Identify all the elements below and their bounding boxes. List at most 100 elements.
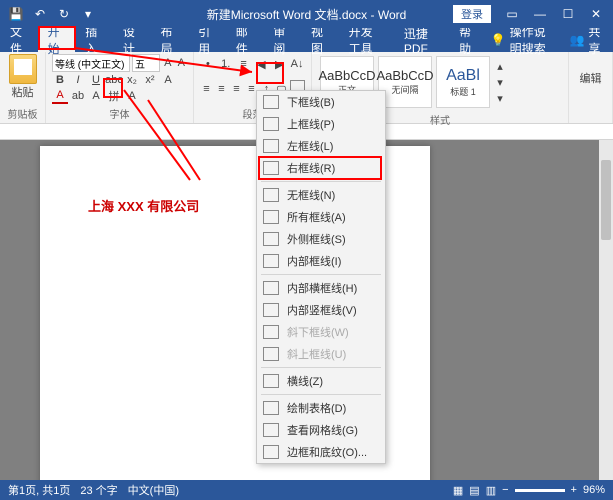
borders-shading-item[interactable]: 边框和底纹(O)... (257, 441, 385, 463)
bold-button[interactable]: B (52, 72, 68, 88)
multilevel-button[interactable]: ≡ (236, 56, 252, 72)
increase-font-icon[interactable]: A (162, 55, 174, 71)
border-all-item[interactable]: 所有框线(A) (257, 206, 385, 228)
border-diag-down-icon (263, 325, 279, 339)
border-inside-h-item[interactable]: 内部横框线(H) (257, 277, 385, 299)
subscript-button[interactable]: x₂ (124, 72, 140, 88)
border-none-item[interactable]: 无框线(N) (257, 184, 385, 206)
maximize-icon[interactable]: ☐ (555, 3, 581, 25)
border-outside-item[interactable]: 外侧框线(S) (257, 228, 385, 250)
zoom-slider[interactable] (515, 489, 565, 492)
view-read-icon[interactable]: ▤ (469, 484, 479, 497)
sort-button[interactable]: A↓ (289, 56, 305, 72)
group-editing: 编辑 (569, 52, 613, 123)
align-right-button[interactable]: ≡ (230, 81, 243, 97)
font-name-select[interactable] (52, 54, 130, 72)
close-icon[interactable]: ✕ (583, 3, 609, 25)
zoom-in-icon[interactable]: + (571, 484, 577, 496)
phonetic-button[interactable]: 拼 (106, 88, 122, 104)
minimize-icon[interactable]: — (527, 3, 553, 25)
paste-button[interactable]: 粘贴 (6, 54, 39, 100)
align-left-button[interactable]: ≡ (200, 81, 213, 97)
font-color-button[interactable]: A (52, 88, 68, 104)
border-right-item[interactable]: 右框线(R) (257, 157, 385, 179)
char-border-button[interactable]: A (124, 88, 140, 104)
border-inside-h-icon (263, 281, 279, 295)
border-top-icon (263, 117, 279, 131)
separator (261, 394, 381, 395)
border-bottom-item[interactable]: 下框线(B) (257, 91, 385, 113)
border-inside-item[interactable]: 内部框线(I) (257, 250, 385, 272)
editing-button[interactable]: 编辑 (575, 54, 606, 86)
style-nospacing[interactable]: AaBbCcD 无间隔 (378, 56, 432, 108)
styles-down-icon[interactable]: ▾ (492, 74, 508, 90)
style-heading1[interactable]: AaBl 标题 1 (436, 56, 490, 108)
view-print-icon[interactable]: ▦ (453, 484, 463, 497)
page-status[interactable]: 第1页, 共1页 (8, 482, 70, 498)
scrollbar-thumb[interactable] (601, 160, 611, 240)
tab-file[interactable]: 文件 (0, 28, 38, 52)
item-label: 斜上框线(U) (287, 346, 346, 362)
ribbon-options-icon[interactable]: ▭ (499, 3, 525, 25)
item-label: 边框和底纹(O)... (287, 444, 367, 460)
border-all-icon (263, 210, 279, 224)
border-inside-v-item[interactable]: 内部竖框线(V) (257, 299, 385, 321)
increase-indent-button[interactable]: ▶ (271, 56, 287, 72)
tab-insert[interactable]: 插入 (75, 28, 113, 52)
tab-references[interactable]: 引用 (188, 28, 226, 52)
styles-up-icon[interactable]: ▴ (492, 58, 508, 74)
window-title: 新建Microsoft Word 文档.docx - Word (207, 6, 407, 23)
font-size-select[interactable] (132, 54, 160, 72)
styles-more-icon[interactable]: ▾ (492, 90, 508, 106)
borders-dropdown: 下框线(B) 上框线(P) 左框线(L) 右框线(R) 无框线(N) 所有框线(… (256, 90, 386, 464)
border-left-item[interactable]: 左框线(L) (257, 135, 385, 157)
vertical-scrollbar[interactable] (599, 140, 613, 480)
tab-help[interactable]: 帮助 (449, 28, 487, 52)
item-label: 外侧框线(S) (287, 231, 346, 247)
login-button[interactable]: 登录 (453, 5, 491, 23)
numbering-button[interactable]: 1. (218, 56, 234, 72)
strike-button[interactable]: abc (106, 72, 122, 88)
text-effects-button[interactable]: A (160, 72, 176, 88)
tab-view[interactable]: 视图 (301, 28, 339, 52)
draw-table-item[interactable]: 绘制表格(D) (257, 397, 385, 419)
title-bar: 💾 ↶ ↻ ▾ 新建Microsoft Word 文档.docx - Word … (0, 0, 613, 28)
qat-more-icon[interactable]: ▾ (78, 4, 98, 24)
separator (261, 181, 381, 182)
underline-button[interactable]: U (88, 72, 104, 88)
horizontal-line-item[interactable]: 横线(Z) (257, 370, 385, 392)
separator (261, 274, 381, 275)
tab-developer[interactable]: 开发工具 (339, 28, 394, 52)
clear-format-button[interactable]: A (88, 88, 104, 104)
save-icon[interactable]: 💾 (6, 4, 26, 24)
decrease-font-icon[interactable]: A (176, 55, 188, 71)
item-label: 下框线(B) (287, 94, 335, 110)
border-top-item[interactable]: 上框线(P) (257, 113, 385, 135)
border-inside-icon (263, 254, 279, 268)
style-preview: AaBbCcD (318, 68, 375, 83)
document-text-left[interactable]: 上海 XXX 有限公司 (88, 196, 199, 215)
zoom-level[interactable]: 96% (583, 484, 605, 496)
tab-review[interactable]: 审阅 (263, 28, 301, 52)
borders-shading-icon (263, 445, 279, 459)
view-web-icon[interactable]: ▥ (486, 484, 496, 497)
align-center-button[interactable]: ≡ (215, 81, 228, 97)
tab-home[interactable]: 开始 (38, 28, 76, 52)
zoom-out-icon[interactable]: − (502, 484, 508, 496)
word-count[interactable]: 23 个字 (80, 482, 117, 498)
view-gridlines-item[interactable]: 查看网格线(G) (257, 419, 385, 441)
tab-xunpdf[interactable]: 迅捷PDF (394, 28, 449, 52)
bullets-button[interactable]: • (200, 56, 216, 72)
border-left-icon (263, 139, 279, 153)
language-status[interactable]: 中文(中国) (128, 482, 179, 498)
italic-button[interactable]: I (70, 72, 86, 88)
superscript-button[interactable]: x² (142, 72, 158, 88)
tab-mailings[interactable]: 邮件 (226, 28, 264, 52)
decrease-indent-button[interactable]: ◀ (253, 56, 269, 72)
redo-icon[interactable]: ↻ (54, 4, 74, 24)
undo-icon[interactable]: ↶ (30, 4, 50, 24)
highlight-button[interactable]: ab (70, 88, 86, 104)
tab-design[interactable]: 设计 (113, 28, 151, 52)
border-right-icon (263, 161, 279, 175)
tab-layout[interactable]: 布局 (151, 28, 189, 52)
